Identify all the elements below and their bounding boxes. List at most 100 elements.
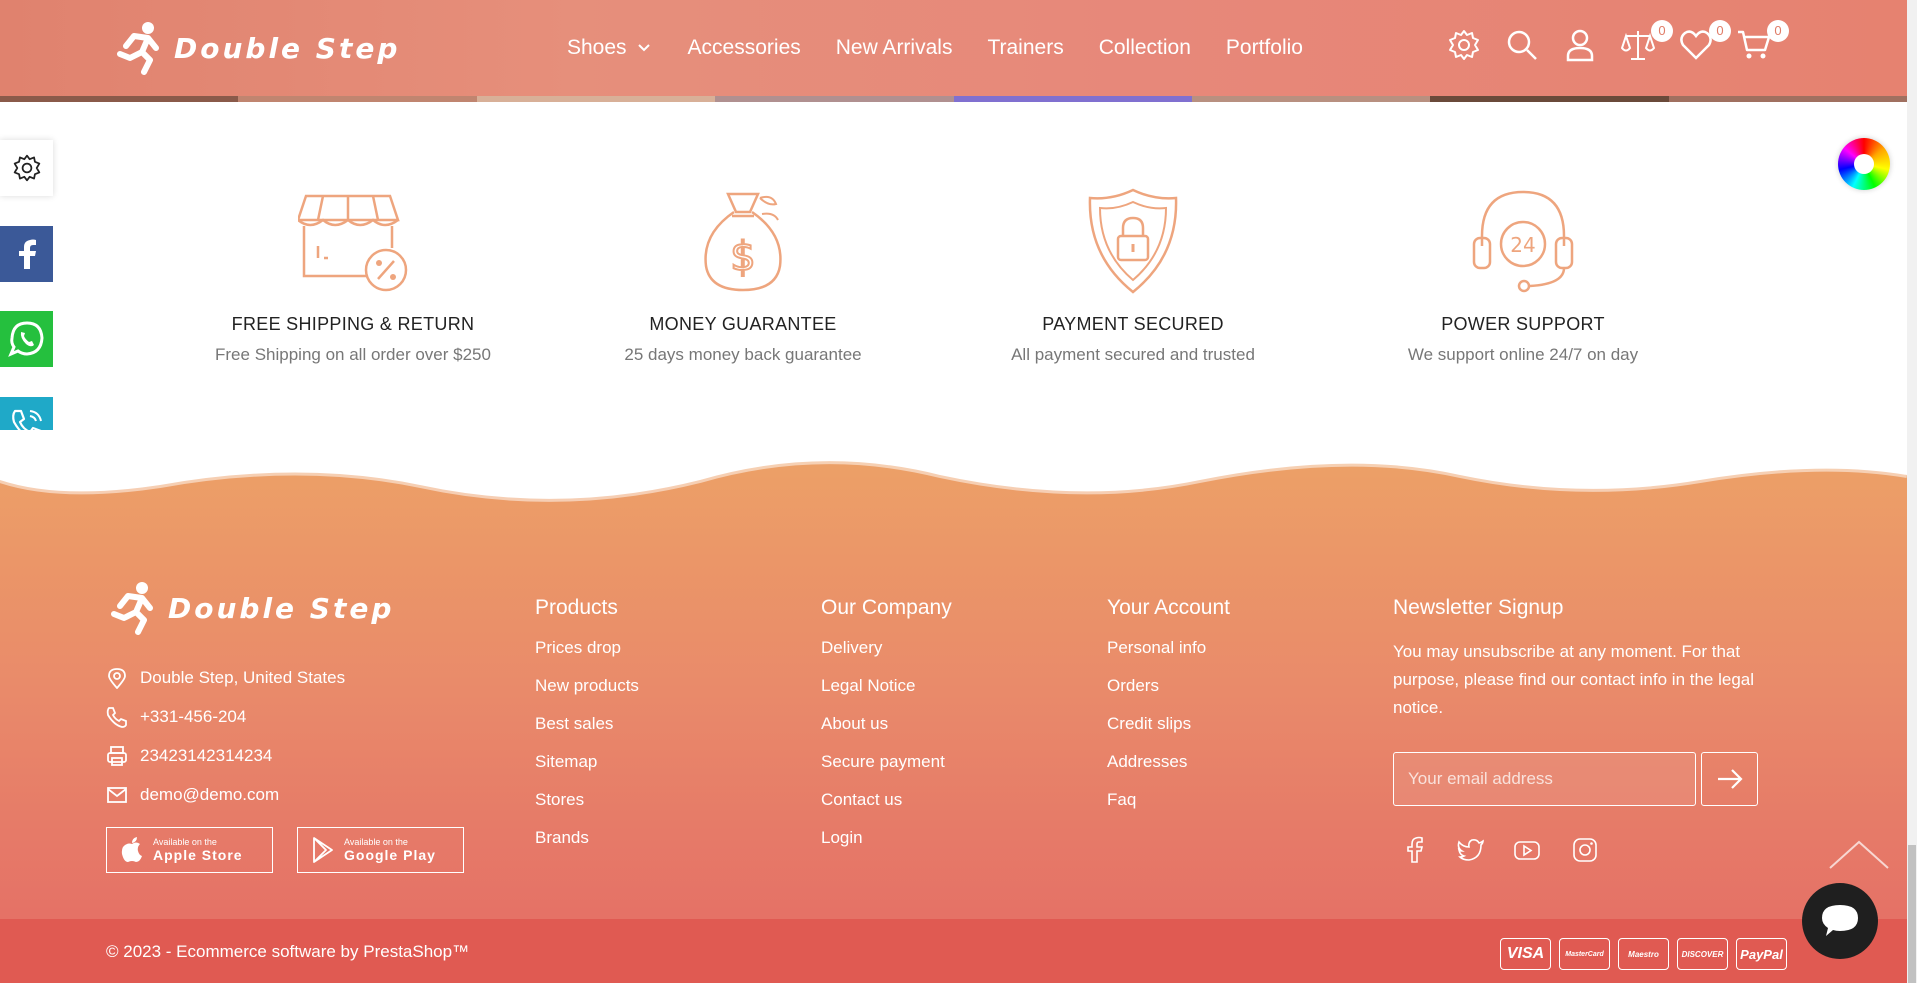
cart-button[interactable]: 0	[1737, 20, 1789, 64]
link-credit-slips[interactable]: Credit slips	[1107, 714, 1230, 736]
nav-item-portfolio[interactable]: Portfolio	[1226, 36, 1303, 60]
google-play-button[interactable]: Available on the Google Play	[297, 827, 464, 873]
apple-big-text: Apple Store	[153, 847, 243, 863]
phone-icon	[106, 707, 127, 728]
side-facebook-button[interactable]	[0, 226, 53, 282]
google-play-icon	[313, 837, 333, 863]
site-header: Double Step Shoes Accessories New Arriva…	[0, 0, 1907, 98]
link-login[interactable]: Login	[821, 828, 952, 850]
nav-label: Shoes	[567, 36, 627, 59]
nav-item-new-arrivals[interactable]: New Arrivals	[836, 36, 953, 60]
facebook-icon	[1407, 836, 1424, 863]
compare-button[interactable]: 0	[1620, 20, 1673, 64]
feature-subtitle: 25 days money back guarantee	[624, 345, 862, 364]
account-heading: Your Account	[1107, 596, 1230, 619]
header-icons: 0 0 0	[1447, 20, 1789, 64]
chat-bubble-icon	[1822, 905, 1858, 936]
apple-store-button[interactable]: Available on the Apple Store	[106, 827, 273, 873]
scale-icon	[1620, 31, 1656, 60]
footer-logo[interactable]: Double Step	[106, 580, 394, 636]
settings-button[interactable]	[1447, 28, 1483, 64]
shield-lock-icon	[1088, 188, 1178, 294]
footer-youtube-link[interactable]	[1513, 836, 1543, 866]
contact-email[interactable]: demo@demo.com	[106, 784, 279, 806]
link-addresses[interactable]: Addresses	[1107, 752, 1230, 774]
link-contact-us[interactable]: Contact us	[821, 790, 952, 812]
feature-power-support: 24 POWER SUPPORT We support online 24/7 …	[1328, 186, 1718, 365]
twitter-icon	[1457, 839, 1484, 861]
link-stores[interactable]: Stores	[535, 790, 639, 812]
chat-button[interactable]	[1802, 883, 1878, 959]
feature-subtitle: Free Shipping on all order over $250	[215, 345, 491, 364]
scroll-top-button[interactable]	[1828, 840, 1890, 874]
link-sitemap[interactable]: Sitemap	[535, 752, 639, 774]
link-brands[interactable]: Brands	[535, 828, 639, 850]
feature-payment-secured: PAYMENT SECURED All payment secured and …	[938, 186, 1328, 365]
contact-fax: 23423142314234	[106, 745, 272, 767]
email-text: demo@demo.com	[140, 785, 280, 804]
link-secure-payment[interactable]: Secure payment	[821, 752, 952, 774]
feature-title: MONEY GUARANTEE	[649, 314, 837, 334]
account-button[interactable]	[1563, 28, 1599, 64]
fax-text: 23423142314234	[140, 746, 273, 765]
feature-title: POWER SUPPORT	[1441, 314, 1605, 334]
newsletter-email-input[interactable]	[1393, 752, 1696, 806]
heart-icon	[1680, 30, 1712, 60]
footer-account-column: Your Account Personal info Orders Credit…	[1107, 596, 1230, 828]
nav-item-shoes[interactable]: Shoes	[567, 36, 653, 60]
site-logo[interactable]: Double Step	[112, 20, 400, 76]
footer-company-column: Our Company Delivery Legal Notice About …	[821, 596, 952, 866]
wishlist-button[interactable]: 0	[1679, 20, 1731, 64]
cart-count-badge: 0	[1767, 20, 1789, 42]
link-prices-drop[interactable]: Prices drop	[535, 638, 639, 660]
search-button[interactable]	[1505, 28, 1541, 64]
gear-icon	[1449, 30, 1479, 60]
paypal-icon: PayPal	[1736, 938, 1787, 970]
chevron-down-icon	[637, 44, 650, 52]
location-pin-icon	[108, 668, 126, 689]
discover-icon: DISCOVER	[1677, 938, 1728, 970]
mastercard-icon: MasterCard	[1559, 938, 1610, 970]
headset-24-icon: 24	[1472, 190, 1574, 293]
footer-logo-text: Double Step	[168, 591, 395, 625]
svg-text:24: 24	[1510, 233, 1535, 257]
envelope-icon	[107, 787, 127, 803]
side-settings-button[interactable]	[0, 140, 53, 196]
link-delivery[interactable]: Delivery	[821, 638, 952, 660]
address-text: Double Step, United States	[140, 668, 346, 687]
link-about-us[interactable]: About us	[821, 714, 952, 736]
feature-subtitle: All payment secured and trusted	[1011, 345, 1255, 364]
nav-item-trainers[interactable]: Trainers	[987, 36, 1063, 60]
visa-icon: VISA	[1500, 938, 1551, 970]
compare-count-badge: 0	[1651, 20, 1673, 42]
scrollbar-thumb[interactable]	[1908, 845, 1916, 983]
nav-item-accessories[interactable]: Accessories	[688, 36, 801, 60]
main-nav: Shoes Accessories New Arrivals Trainers …	[567, 36, 1303, 60]
arrow-right-icon	[1717, 769, 1743, 789]
google-big-text: Google Play	[344, 847, 436, 863]
nav-item-collection[interactable]: Collection	[1099, 36, 1191, 60]
footer-instagram-link[interactable]	[1571, 836, 1601, 866]
newsletter-submit-button[interactable]	[1701, 752, 1758, 806]
feature-money-guarantee: $ MONEY GUARANTEE 25 days money back gua…	[548, 186, 938, 365]
page-scrollbar[interactable]	[1907, 0, 1917, 983]
link-orders[interactable]: Orders	[1107, 676, 1230, 698]
contact-phone[interactable]: +331-456-204	[106, 706, 246, 728]
link-faq[interactable]: Faq	[1107, 790, 1230, 812]
side-whatsapp-button[interactable]	[0, 311, 53, 367]
google-small-text: Available on the	[344, 837, 408, 847]
link-new-products[interactable]: New products	[535, 676, 639, 698]
footer-twitter-link[interactable]	[1457, 836, 1487, 866]
link-legal-notice[interactable]: Legal Notice	[821, 676, 952, 698]
shop-discount-icon	[296, 194, 408, 292]
footer-wave	[0, 430, 1907, 502]
payment-methods: VISA MasterCard Maestro DISCOVER PayPal	[1500, 938, 1787, 970]
company-heading: Our Company	[821, 596, 952, 619]
footer-facebook-link[interactable]	[1401, 836, 1431, 866]
link-best-sales[interactable]: Best sales	[535, 714, 639, 736]
newsletter-text: You may unsubscribe at any moment. For t…	[1393, 642, 1755, 717]
link-personal-info[interactable]: Personal info	[1107, 638, 1230, 660]
color-picker-button[interactable]	[1838, 138, 1890, 190]
facebook-icon	[18, 239, 36, 269]
gear-icon	[13, 154, 40, 182]
